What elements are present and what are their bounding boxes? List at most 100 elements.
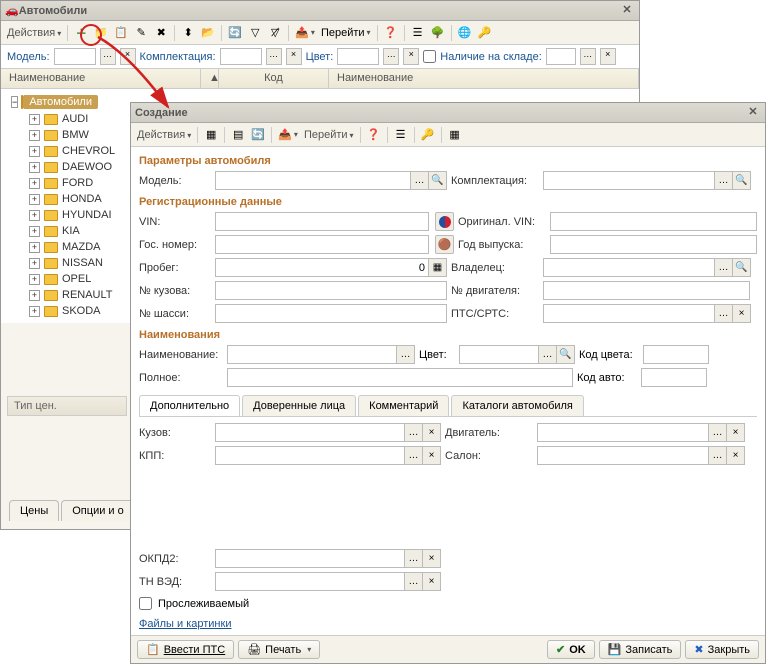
config-clear-button[interactable]: × <box>286 48 302 65</box>
gearbox-clear-btn[interactable]: × <box>423 446 441 465</box>
gosnum-input[interactable] <box>215 235 429 254</box>
expander-icon[interactable]: + <box>29 130 40 141</box>
enginetype-sel-btn[interactable]: … <box>709 423 727 442</box>
tab-prices[interactable]: Цены <box>9 500 59 521</box>
tb-btn-5[interactable]: ☰ <box>392 126 410 144</box>
bodytype-sel-btn[interactable]: … <box>405 423 423 442</box>
expander-icon[interactable]: + <box>29 178 40 189</box>
bodytype-input[interactable] <box>215 423 405 442</box>
close-button[interactable]: ✖Закрыть <box>685 640 759 659</box>
root-expander[interactable]: − <box>11 96 18 108</box>
save-button[interactable]: 💾Записать <box>599 640 682 659</box>
color-sel-btn[interactable]: … <box>539 345 557 364</box>
pts-input[interactable] <box>543 304 715 323</box>
model-sel-btn[interactable]: … <box>411 171 429 190</box>
actions-menu-2[interactable]: Действия <box>135 129 193 141</box>
interior-clear-btn[interactable]: × <box>727 446 745 465</box>
tb-btn-2[interactable]: ▤ <box>229 126 247 144</box>
expander-icon[interactable]: + <box>29 146 40 157</box>
owner-sel-btn[interactable]: … <box>715 258 733 277</box>
config-sel-btn[interactable]: … <box>715 171 733 190</box>
tab-extra[interactable]: Дополнительно <box>139 395 240 416</box>
mileage-calc-btn[interactable]: ▦ <box>429 258 447 277</box>
tb-btn-3[interactable]: 🔄 <box>249 126 267 144</box>
engine-input[interactable] <box>543 281 750 300</box>
stock-clear-button[interactable]: × <box>600 48 616 65</box>
bodytype-clear-btn[interactable]: × <box>423 423 441 442</box>
refresh-button[interactable]: 🔄 <box>226 24 244 42</box>
stock-checkbox[interactable] <box>423 50 436 63</box>
model-input[interactable] <box>215 171 411 190</box>
traceable-checkbox[interactable] <box>139 597 152 610</box>
model-search-btn[interactable]: 🔍 <box>429 171 447 190</box>
tb-btn-6[interactable]: ▦ <box>446 126 464 144</box>
autocode-input[interactable] <box>641 368 707 387</box>
body-input[interactable] <box>215 281 447 300</box>
edit-button[interactable]: ✎ <box>132 24 150 42</box>
tab-options[interactable]: Опции и о <box>61 500 134 521</box>
name-sel-btn[interactable]: … <box>397 345 415 364</box>
titlebar-2[interactable]: Создание ✕ <box>131 103 765 123</box>
config-filter-input[interactable] <box>220 48 262 65</box>
gearbox-sel-btn[interactable]: … <box>405 446 423 465</box>
copy-button[interactable]: 📋 <box>112 24 130 42</box>
interior-sel-btn[interactable]: … <box>709 446 727 465</box>
print-button[interactable]: 🖨Печать <box>238 640 320 659</box>
color-filter-input[interactable] <box>337 48 379 65</box>
tnved-sel-btn[interactable]: … <box>405 572 423 591</box>
enginetype-clear-btn[interactable]: × <box>727 423 745 442</box>
name-input[interactable] <box>227 345 397 364</box>
help-button-2[interactable]: ❓ <box>365 126 383 144</box>
config-search-btn[interactable]: 🔍 <box>733 171 751 190</box>
move-button[interactable]: 📂 <box>199 24 217 42</box>
chassis-input[interactable] <box>215 304 447 323</box>
pts-clear-btn[interactable]: × <box>733 304 751 323</box>
col-sort-icon[interactable]: ▲ <box>201 69 219 88</box>
tnved-input[interactable] <box>215 572 405 591</box>
owner-search-btn[interactable]: 🔍 <box>733 258 751 277</box>
output-button[interactable]: 📤 <box>293 24 317 42</box>
model-clear-button[interactable]: × <box>120 48 136 65</box>
config-input[interactable] <box>543 171 715 190</box>
expander-icon[interactable]: + <box>29 242 40 253</box>
origvin-input[interactable] <box>550 212 757 231</box>
vin-decode-button[interactable] <box>435 212 454 231</box>
col-name2[interactable]: Наименование <box>329 69 639 88</box>
tb-btn-4[interactable]: 📤 <box>276 126 300 144</box>
earth-button[interactable]: 🌐 <box>456 24 474 42</box>
config-select-button[interactable]: … <box>266 48 282 65</box>
ok-button[interactable]: ✔OK <box>547 640 595 659</box>
color-input[interactable] <box>459 345 539 364</box>
add-folder-button[interactable]: 📁 <box>92 24 110 42</box>
expander-icon[interactable]: + <box>29 226 40 237</box>
expander-icon[interactable]: + <box>29 258 40 269</box>
color-clear-button[interactable]: × <box>403 48 419 65</box>
close-icon[interactable]: ✕ <box>619 3 635 19</box>
key-button-2[interactable]: 🔑 <box>419 126 437 144</box>
expander-icon[interactable]: + <box>29 114 40 125</box>
pts-sel-btn[interactable]: … <box>715 304 733 323</box>
col-code[interactable]: Код <box>219 69 329 88</box>
tab-catalogs[interactable]: Каталоги автомобиля <box>451 395 583 416</box>
tab-trusted[interactable]: Доверенные лица <box>242 395 356 416</box>
model-select-button[interactable]: … <box>100 48 116 65</box>
goto-menu[interactable]: Перейти <box>302 129 356 141</box>
actions-menu[interactable]: Действия <box>5 27 63 39</box>
tree-root[interactable]: Автомобили <box>23 95 98 109</box>
interior-input[interactable] <box>537 446 709 465</box>
tree-button[interactable]: 🌳 <box>429 24 447 42</box>
gosnum-stamp-button[interactable]: 🟤 <box>435 235 454 254</box>
color-select-button[interactable]: … <box>383 48 399 65</box>
okpd-input[interactable] <box>215 549 405 568</box>
stock-filter-input[interactable] <box>546 48 576 65</box>
titlebar[interactable]: 🚗 Автомобили ✕ <box>1 1 639 21</box>
enter-pts-button[interactable]: 📋Ввести ПТС <box>137 640 234 659</box>
list-button[interactable]: ☰ <box>409 24 427 42</box>
col-name[interactable]: Наименование <box>1 69 201 88</box>
expander-icon[interactable]: + <box>29 274 40 285</box>
add-button[interactable]: ＋ <box>72 24 90 42</box>
help-button[interactable]: ❓ <box>382 24 400 42</box>
filter-button[interactable]: ▽ <box>246 24 264 42</box>
enginetype-input[interactable] <box>537 423 709 442</box>
year-input[interactable] <box>550 235 757 254</box>
